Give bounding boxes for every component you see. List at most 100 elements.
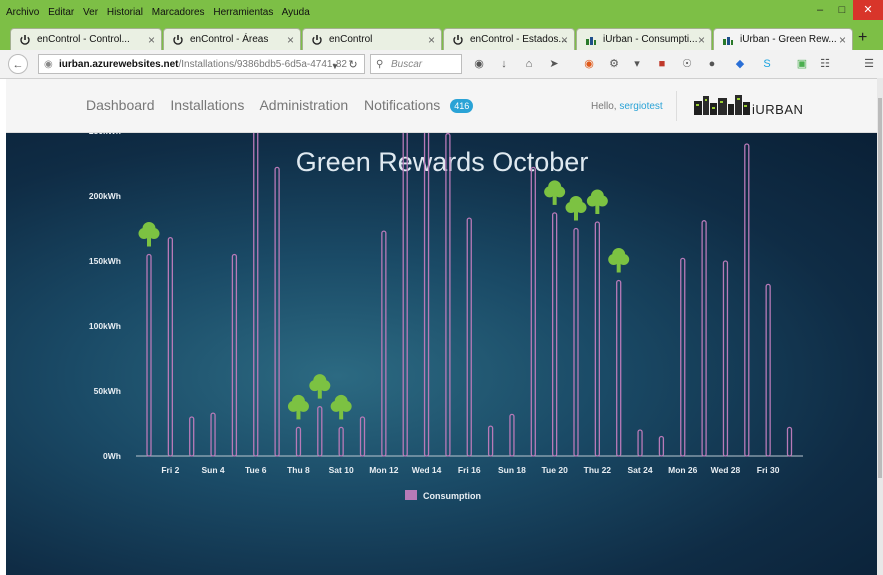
addon-gear-icon[interactable]: ⚙ bbox=[607, 57, 621, 71]
minimize-button[interactable]: – bbox=[809, 0, 831, 20]
search-box[interactable]: ⚲ Buscar bbox=[370, 54, 462, 74]
consumption-bar bbox=[295, 426, 302, 457]
chat-icon[interactable]: ● bbox=[705, 57, 719, 71]
consumption-bar bbox=[381, 230, 387, 457]
y-tick-label: 250kWh bbox=[89, 133, 121, 136]
consumption-bar bbox=[274, 166, 280, 457]
search-placeholder: Buscar bbox=[391, 59, 423, 70]
nav-administration[interactable]: Administration bbox=[259, 97, 348, 113]
consumption-bar bbox=[616, 279, 622, 457]
x-tick-label: Mon 26 bbox=[668, 465, 698, 475]
power-icon bbox=[453, 35, 463, 45]
consumption-bar bbox=[680, 257, 686, 457]
user-greeting: Hello, sergiotest bbox=[591, 101, 663, 112]
navbar-divider bbox=[676, 91, 677, 121]
home-icon[interactable]: ⌂ bbox=[522, 57, 536, 71]
addon-orange-icon[interactable]: ◉ bbox=[582, 57, 596, 71]
menu-bar: Archivo Editar Ver Historial Marcadores … bbox=[0, 0, 883, 26]
close-window-button[interactable]: ✕ bbox=[853, 0, 883, 20]
menu-herramientas[interactable]: Herramientas bbox=[213, 7, 273, 18]
menu-ayuda[interactable]: Ayuda bbox=[282, 7, 310, 18]
tab-iurban-green-rewards[interactable]: iUrban - Green Rew... × bbox=[713, 28, 853, 50]
address-bar[interactable]: ◉ iurban.azurewebsites.net/Installations… bbox=[38, 54, 365, 74]
menu-ver[interactable]: Ver bbox=[83, 7, 98, 18]
scrollbar-thumb[interactable] bbox=[878, 98, 882, 478]
close-tab-icon[interactable]: × bbox=[148, 29, 155, 50]
close-tab-icon[interactable]: × bbox=[428, 29, 435, 50]
new-tab-button[interactable]: + bbox=[858, 26, 867, 50]
maximize-button[interactable]: □ bbox=[831, 0, 853, 20]
nav-dashboard[interactable]: Dashboard bbox=[86, 97, 155, 113]
addon-circle-icon[interactable]: ☉ bbox=[680, 57, 694, 71]
consumption-bar bbox=[722, 260, 729, 457]
iurban-icon bbox=[723, 37, 733, 45]
reload-icon[interactable]: ↻ bbox=[346, 58, 360, 72]
notifications-badge[interactable]: 416 bbox=[450, 99, 474, 113]
back-button[interactable]: ← bbox=[8, 54, 28, 74]
skype-icon[interactable]: S bbox=[760, 57, 774, 71]
y-tick-label: 0Wh bbox=[103, 451, 121, 461]
chart-title: Green Rewards October bbox=[296, 147, 589, 177]
tree-icon bbox=[612, 248, 626, 261]
hello-text: Hello, bbox=[591, 101, 617, 112]
x-tick-label: Wed 28 bbox=[711, 465, 741, 475]
addon-green-icon[interactable]: ▣ bbox=[795, 57, 809, 71]
addon-badge-icon[interactable]: ◆ bbox=[733, 57, 747, 71]
toolbar-divider-dropdown[interactable]: ▾ bbox=[630, 57, 644, 71]
tree-icon bbox=[291, 394, 305, 408]
page-scrollbar[interactable] bbox=[877, 78, 883, 575]
tab-encontrol-estados[interactable]: enControl - Estados... × bbox=[443, 28, 575, 50]
consumption-bar bbox=[466, 217, 472, 457]
search-icon: ⚲ bbox=[376, 59, 384, 70]
tab-label: iUrban - Consumpti... bbox=[603, 34, 698, 45]
send-icon[interactable]: ➤ bbox=[547, 57, 561, 71]
tree-icon bbox=[590, 189, 604, 203]
addon-network-icon[interactable]: ☷ bbox=[818, 57, 832, 71]
tree-icon bbox=[313, 374, 327, 388]
tab-label: enControl - Estados... bbox=[470, 34, 567, 45]
menu-marcadores[interactable]: Marcadores bbox=[152, 7, 205, 18]
consumption-bar bbox=[530, 166, 536, 457]
power-icon bbox=[173, 35, 183, 45]
menu-hamburger-icon[interactable]: ☰ bbox=[862, 57, 876, 71]
nav-installations[interactable]: Installations bbox=[170, 97, 244, 113]
dropdown-arrow-icon[interactable]: ▼ bbox=[328, 60, 342, 74]
consumption-bar bbox=[402, 104, 408, 457]
tab-iurban-consumption[interactable]: iUrban - Consumpti... × bbox=[576, 28, 712, 50]
iurban-logo-icon bbox=[694, 95, 750, 115]
y-tick-label: 200kWh bbox=[89, 191, 121, 201]
consumption-bar bbox=[253, 126, 259, 457]
download-icon[interactable]: ↓ bbox=[497, 57, 511, 71]
close-tab-icon[interactable]: × bbox=[287, 29, 294, 50]
nav-notifications[interactable]: Notifications bbox=[364, 97, 440, 113]
menu-archivo[interactable]: Archivo bbox=[6, 7, 39, 18]
close-tab-icon[interactable]: × bbox=[561, 29, 568, 50]
y-tick-label: 100kWh bbox=[89, 321, 121, 331]
tree-icon bbox=[142, 222, 156, 235]
consumption-bar bbox=[487, 425, 494, 457]
tree-icon bbox=[548, 180, 562, 194]
menu-editar[interactable]: Editar bbox=[48, 7, 74, 18]
close-tab-icon[interactable]: × bbox=[698, 29, 705, 50]
addon-red-icon[interactable]: ■ bbox=[655, 57, 669, 71]
tab-encontrol-control[interactable]: enControl - Control... × bbox=[10, 28, 162, 50]
legend-swatch bbox=[405, 490, 417, 500]
tab-encontrol-areas[interactable]: enControl - Áreas × bbox=[163, 28, 301, 50]
consumption-bar bbox=[786, 426, 793, 457]
menu-historial[interactable]: Historial bbox=[107, 7, 143, 18]
close-tab-icon[interactable]: × bbox=[839, 29, 846, 50]
consumption-bar bbox=[637, 429, 643, 457]
pocket-icon[interactable]: ◉ bbox=[472, 57, 486, 71]
y-tick-label: 150kWh bbox=[89, 256, 121, 266]
tab-encontrol[interactable]: enControl × bbox=[302, 28, 442, 50]
consumption-bar bbox=[552, 212, 558, 457]
consumption-chart: Green Rewards October 0Wh 50kWh 100kWh 150kW… bbox=[89, 61, 803, 501]
tab-label: iUrban - Green Rew... bbox=[740, 34, 837, 45]
tree-icon bbox=[569, 196, 583, 209]
site-info-icon[interactable]: ◉ bbox=[44, 55, 53, 73]
consumption-bar bbox=[189, 416, 195, 457]
username-link[interactable]: sergiotest bbox=[619, 101, 662, 112]
iurban-icon bbox=[586, 37, 596, 45]
consumption-bar bbox=[744, 143, 750, 457]
url-domain: iurban.azurewebsites.net bbox=[59, 59, 179, 70]
